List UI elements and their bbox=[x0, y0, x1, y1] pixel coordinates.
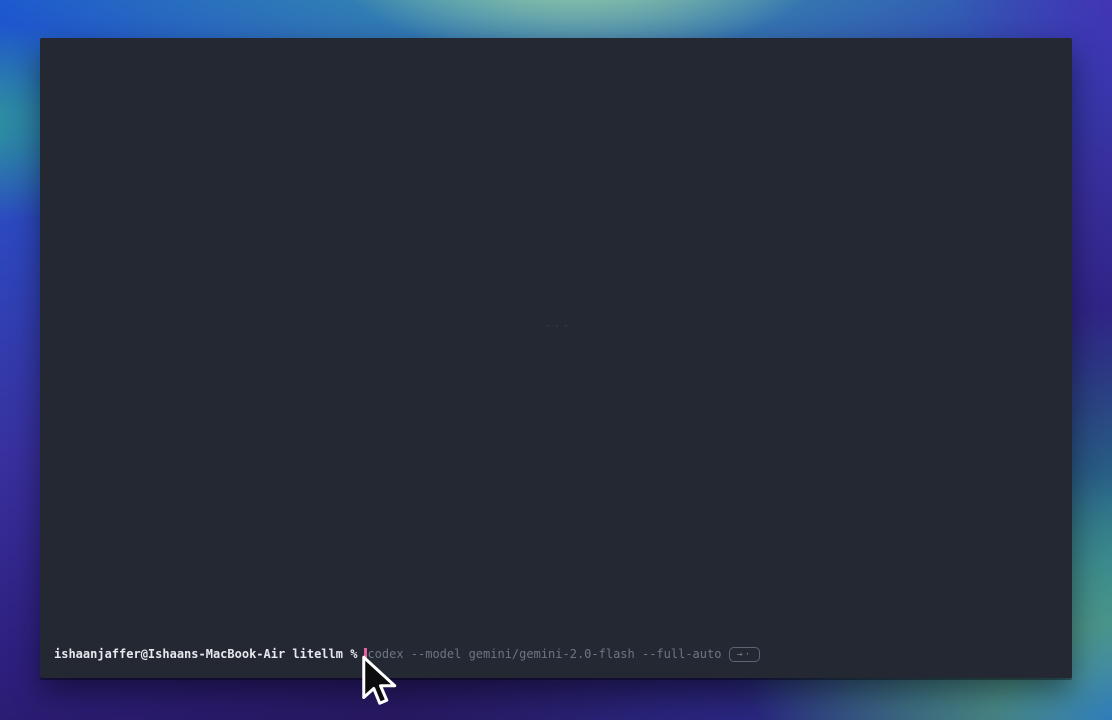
shell-prompt: ishaanjaffer@Ishaans-MacBook-Air litellm… bbox=[54, 646, 357, 663]
tab-accept-hint-badge: →· bbox=[729, 647, 759, 662]
shell-prompt-line[interactable]: ishaanjaffer@Ishaans-MacBook-Air litellm… bbox=[54, 646, 760, 663]
command-autosuggestion: codex --model gemini/gemini-2.0-flash --… bbox=[367, 646, 721, 663]
terminal-window[interactable]: ··· ishaanjaffer@Ishaans-MacBook-Air lit… bbox=[40, 38, 1072, 678]
screen: ··· ishaanjaffer@Ishaans-MacBook-Air lit… bbox=[0, 0, 1112, 720]
terminal-loading-dots: ··· bbox=[545, 321, 572, 332]
